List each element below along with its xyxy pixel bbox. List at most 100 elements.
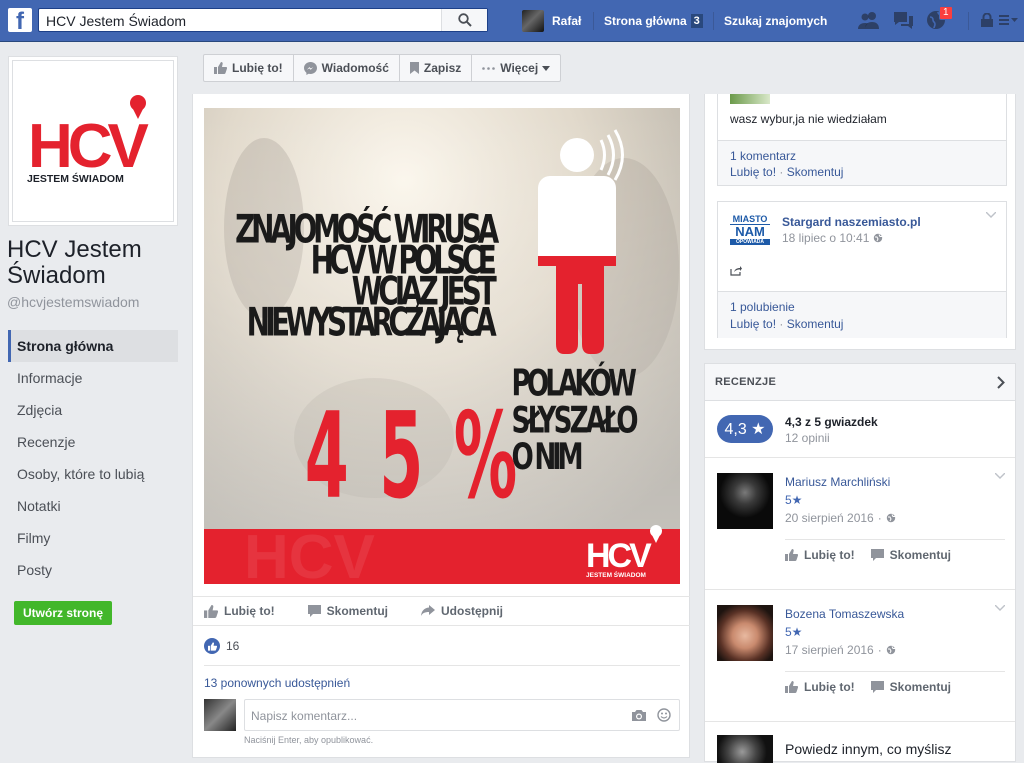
save-label: Zapisz [423,61,462,75]
comment-icon [870,680,884,693]
avatar[interactable]: MIASTO NAM OPOWIADA [730,214,770,250]
divider [713,12,714,30]
logo-letters: HCV [28,112,149,181]
chevron-down-icon[interactable] [995,473,1005,479]
avatar-line-2: NAM [735,224,765,239]
chevron-right-icon[interactable] [997,376,1005,389]
headline-line-4: NIEWYSTARCZAJĄCA [247,300,498,346]
friend-requests-icon[interactable] [857,10,881,30]
person-body-icon [538,176,616,256]
review-actions: Lubię to! Skomentuj [785,539,1005,569]
page-title[interactable]: HCV Jestem Świadom [7,237,187,289]
review-comment-button[interactable]: Skomentuj [870,548,951,562]
card1-comment-link[interactable]: Skomentuj [787,165,844,179]
more-label: Więcej [500,61,539,75]
logo-tagline: JESTEM ŚWIADOM [27,172,124,185]
globe-icon [886,513,895,523]
review-comment-button[interactable]: Skomentuj [870,680,951,694]
review-like-button[interactable]: Lubię to! [785,548,855,562]
avatar [204,699,236,731]
avatar[interactable] [717,473,773,529]
nav-item-posts[interactable]: Posty [8,554,178,586]
post-date[interactable]: 18 lipiec o 10:41 [782,231,869,245]
privacy-lock-icon[interactable] [980,13,994,27]
find-friends-label: Szukaj znajomych [724,14,828,28]
comment-placeholder: Napisz komentarz... [251,709,358,723]
avatar[interactable] [717,605,773,661]
search-input[interactable]: HCV Jestem Świadom [38,8,488,32]
facebook-logo-icon[interactable]: f [8,8,32,32]
right-feed-panel: wasz wybur,ja nie wiedziałam 1 komentarz… [704,94,1016,350]
nav-item-about[interactable]: Informacje [8,362,178,394]
page-logo: HCV JESTEM ŚWIADOM [12,60,174,222]
post-image[interactable]: ZNAJOMOŚĆ WIRUSA HCV W POLSCE WCIĄŻ JEST… [204,108,680,584]
thumbs-up-icon [785,680,798,693]
emoji-icon[interactable] [657,708,671,722]
reviews-header[interactable]: RECENZJE [704,363,1016,401]
post-like-button[interactable]: Lubię to! [204,597,275,625]
card1-like-link[interactable]: Lubię to! [730,165,776,179]
reviewer-name[interactable]: Mariusz Marchliński [785,475,890,489]
globe-icon [874,233,883,243]
nav-item-likes[interactable]: Osoby, które to lubią [8,458,178,490]
page-navigation: Strona główna Informacje Zdjęcia Recenzj… [8,330,178,586]
message-button[interactable]: Wiadomość [294,55,400,81]
rating-badge: 4,3 ★ [717,415,773,443]
card2-like-link[interactable]: Lubię to! [730,317,776,331]
page-like-button[interactable]: Lubię to! [204,55,294,81]
profile-picture[interactable]: HCV JESTEM ŚWIADOM [8,56,178,226]
top-navigation-bar: f HCV Jestem Świadom Rafał Strona główna… [0,0,1024,42]
page-handle[interactable]: @hcvjestemswiadom [7,294,139,310]
save-button[interactable]: Zapisz [400,55,473,81]
search-button[interactable] [441,9,487,31]
comment-input[interactable]: Napisz komentarz... [244,699,680,731]
page-actions-bar: Lubię to! Wiadomość Zapisz Więcej [203,54,562,82]
comments-count-link[interactable]: 1 komentarz [730,149,796,163]
shares-link[interactable]: 13 ponownych udostępnień [204,676,350,690]
nav-item-videos[interactable]: Filmy [8,522,178,554]
find-friends-link[interactable]: Szukaj znajomych [724,0,827,42]
more-button[interactable]: Więcej [472,55,560,81]
review-like-label: Lubię to! [804,547,855,562]
card2-comment-link[interactable]: Skomentuj [787,317,844,331]
review-like-button[interactable]: Lubię to! [785,680,855,694]
nav-item-reviews[interactable]: Recenzje [8,426,178,458]
likes-summary[interactable]: 16 [204,638,239,654]
camera-icon[interactable] [631,709,647,722]
divider [204,665,680,666]
nav-item-photos[interactable]: Zdjęcia [8,394,178,426]
review-date[interactable]: 17 sierpień 2016 [785,643,874,657]
like-reaction-icon [204,638,220,654]
likes-count-link[interactable]: 1 polubienie [730,300,795,314]
reviews-count[interactable]: 12 opinii [785,431,830,445]
page-like-label: Lubię to! [232,61,283,75]
nav-item-notes[interactable]: Notatki [8,490,178,522]
messages-icon[interactable] [891,10,915,30]
card-footer: 1 komentarz Lubię to! · Skomentuj [718,140,1006,185]
review-date[interactable]: 20 sierpień 2016 [785,511,874,525]
post-share-button[interactable]: Udostępnij [421,597,503,625]
review-stars: 5★ [785,625,803,639]
divider [705,457,1015,458]
bookmark-icon [409,62,419,74]
review-prompt[interactable]: Powiedz innym, co myślisz [785,741,952,757]
user-profile-link[interactable]: Rafał [522,0,581,42]
source-name[interactable]: Stargard naszemiasto.pl [782,215,921,229]
chevron-down-icon[interactable] [995,605,1005,611]
home-link[interactable]: Strona główna 3 [604,0,703,42]
footer-logo: HCV [586,537,652,575]
globe-icon [886,645,895,655]
reviews-panel: 4,3 ★ 4,3 z 5 gwiazdek 12 opinii Mariusz… [704,400,1016,763]
account-menu-icon[interactable] [999,15,1019,25]
avatar-line-3: OPOWIADA [730,239,770,245]
chevron-down-icon[interactable] [986,212,996,218]
search-value: HCV Jestem Świadom [46,13,187,29]
nav-item-home[interactable]: Strona główna [8,330,178,362]
avatar [717,735,773,763]
search-icon [457,13,472,27]
create-page-button[interactable]: Utwórz stronę [14,601,113,625]
post-comment-button[interactable]: Skomentuj [307,597,388,625]
reviews-title: RECENZJE [715,376,777,388]
reviewer-name[interactable]: Bozena Tomaszewska [785,607,904,621]
home-label: Strona główna [604,14,687,28]
